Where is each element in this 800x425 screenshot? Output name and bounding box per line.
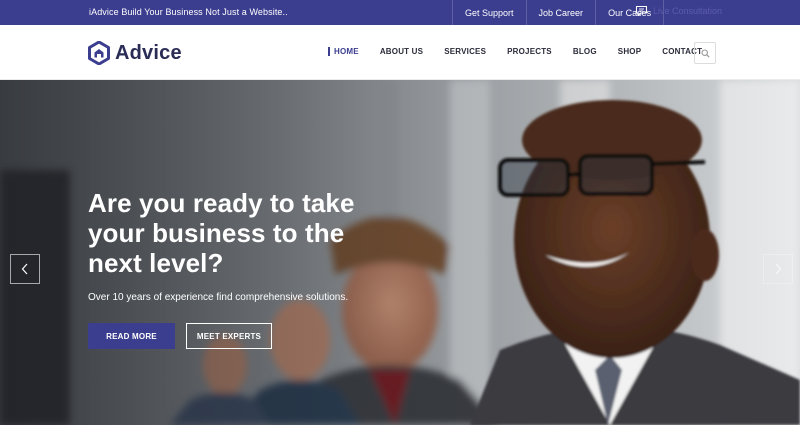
search-button[interactable] [694, 42, 716, 64]
nav-item-about-us[interactable]: ABOUT US [380, 47, 423, 56]
nav-item-services[interactable]: SERVICES [444, 47, 486, 56]
hero-title-line-1: Are you ready to take [88, 188, 355, 218]
hero-title-line-3: next level? [88, 248, 224, 278]
top-bar: iAdvice Build Your Business Not Just a W… [0, 0, 800, 25]
live-consultation-label: Live Consultation [653, 6, 723, 16]
site-header: Advice HOME ABOUT US SERVICES PROJECTS B… [0, 25, 800, 80]
nav-item-home[interactable]: HOME [328, 47, 359, 56]
hexagon-house-icon [88, 41, 110, 65]
live-consultation-link[interactable]: Live Consultation [635, 5, 722, 17]
read-more-button[interactable]: READ MORE [88, 323, 175, 349]
slider-prev-button[interactable] [10, 254, 40, 284]
nav-item-blog[interactable]: BLOG [573, 47, 597, 56]
job-career-link[interactable]: Job Career [525, 0, 596, 25]
meet-experts-button[interactable]: MEET EXPERTS [186, 323, 272, 349]
chevron-right-icon [775, 263, 782, 275]
nav-item-projects[interactable]: PROJECTS [507, 47, 552, 56]
slider-next-button[interactable] [763, 254, 793, 284]
main-nav: HOME ABOUT US SERVICES PROJECTS BLOG SHO… [328, 47, 723, 56]
chevron-left-icon [21, 263, 28, 275]
logo[interactable]: Advice [88, 41, 182, 65]
hero-title: Are you ready to take your business to t… [88, 188, 408, 278]
top-bar-links: Get Support Job Career Our Cases [452, 0, 665, 25]
search-icon [700, 48, 710, 58]
top-bar-tagline: iAdvice Build Your Business Not Just a W… [89, 7, 288, 17]
hero-buttons: READ MORE MEET EXPERTS [88, 323, 408, 349]
hero-slider: Are you ready to take your business to t… [0, 80, 800, 425]
logo-text: Advice [115, 41, 182, 64]
get-support-link[interactable]: Get Support [452, 0, 526, 25]
chat-icon [635, 5, 648, 17]
hero-subtitle: Over 10 years of experience find compreh… [88, 292, 349, 303]
nav-item-shop[interactable]: SHOP [618, 47, 641, 56]
hero-title-line-2: your business to the [88, 218, 345, 248]
hero-content: Are you ready to take your business to t… [88, 188, 408, 349]
